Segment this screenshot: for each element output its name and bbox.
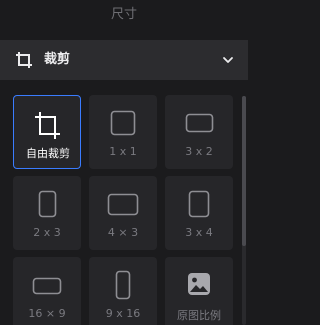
crop-icon: [35, 112, 60, 139]
ratio-free-crop[interactable]: 自由裁剪: [13, 95, 81, 169]
crop-icon: [16, 52, 32, 68]
ratio-label: 3 x 4: [185, 226, 213, 239]
ratio-label: 9 x 16: [105, 307, 141, 320]
ratio-4x3[interactable]: 4 × 3: [89, 176, 157, 250]
rect-3x2-icon: [185, 113, 214, 133]
rect-3x4-icon: [188, 190, 210, 218]
image-icon: [188, 273, 210, 295]
chevron-down-icon: [223, 57, 233, 63]
scrollbar-thumb[interactable]: [242, 96, 246, 246]
crop-dropdown[interactable]: 裁剪: [0, 40, 248, 80]
ratio-1x1[interactable]: 1 x 1: [89, 95, 157, 169]
ratio-label: 16 × 9: [28, 307, 66, 320]
ratio-3x4[interactable]: 3 x 4: [165, 176, 233, 250]
ratio-label: 3 x 2: [185, 145, 213, 158]
ratio-original[interactable]: 原图比例: [165, 257, 233, 325]
ratio-label: 2 x 3: [33, 226, 61, 239]
rect-2x3-icon: [38, 190, 57, 218]
rect-4x3-icon: [107, 193, 139, 216]
ratio-grid: 自由裁剪 1 x 1 3 x 2 2 x 3 4 × 3 3 x 4 16 × …: [13, 95, 233, 325]
ratio-label: 原图比例: [177, 309, 221, 322]
size-panel: 尺寸 裁剪 自由裁剪 1 x 1 3 x 2 2 x 3 4 × 3 3 x 4…: [0, 0, 248, 325]
ratio-label: 自由裁剪: [26, 147, 70, 160]
panel-title: 尺寸: [110, 7, 137, 22]
ratio-label: 1 x 1: [109, 145, 137, 158]
ratio-3x2[interactable]: 3 x 2: [165, 95, 233, 169]
ratio-label: 4 × 3: [107, 226, 139, 239]
rect-9x16-icon: [115, 270, 131, 300]
crop-dropdown-label: 裁剪: [44, 52, 71, 67]
ratio-16x9[interactable]: 16 × 9: [13, 257, 81, 325]
rect-16x9-icon: [32, 277, 62, 295]
ratio-2x3[interactable]: 2 x 3: [13, 176, 81, 250]
square-1x1-icon: [110, 110, 136, 136]
ratio-9x16[interactable]: 9 x 16: [89, 257, 157, 325]
